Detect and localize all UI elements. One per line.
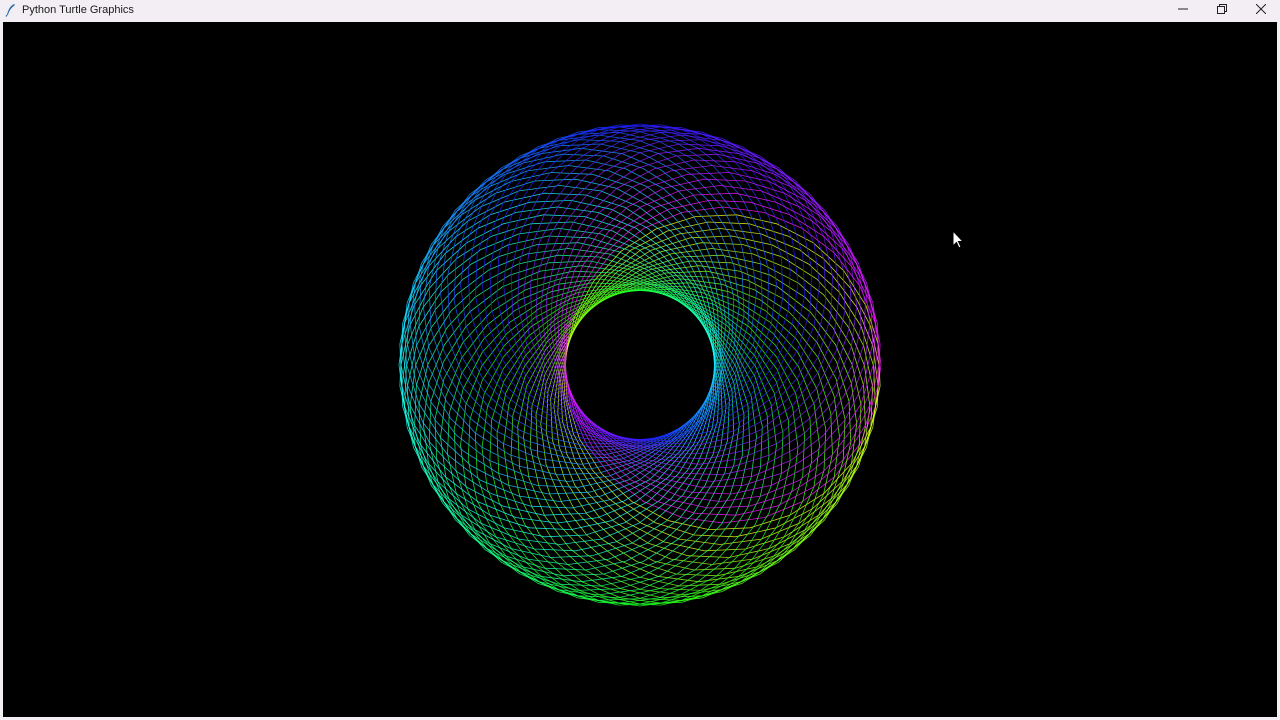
spiro-polygon (563, 192, 880, 509)
spiro-polygon (400, 192, 717, 509)
close-icon (1255, 1, 1266, 19)
minimize-button[interactable] (1163, 0, 1202, 20)
feather-icon (3, 2, 19, 18)
spiro-polygon (467, 125, 784, 442)
spirograph-drawing (398, 123, 882, 607)
spiro-polygon (440, 278, 757, 596)
spiro-polygon (440, 134, 757, 452)
spiro-polygon (496, 125, 813, 442)
window-controls (1163, 0, 1280, 20)
spiro-polygon (523, 278, 840, 596)
spiro-polygon (409, 165, 727, 482)
restore-icon (1216, 1, 1227, 19)
spiro-polygon (496, 288, 813, 605)
spiro-polygon (467, 288, 784, 605)
window-title: Python Turtle Graphics (22, 4, 134, 16)
spiro-polygon (409, 248, 727, 565)
spiro-polygon (553, 248, 871, 565)
spiro-polygon (553, 165, 871, 482)
turtle-window: Python Turtle Graphics (0, 0, 1280, 720)
spiro-polygon (563, 221, 880, 538)
minimize-icon (1177, 1, 1188, 19)
spiro-polygon (523, 134, 840, 452)
close-button[interactable] (1241, 0, 1280, 20)
restore-button[interactable] (1202, 0, 1241, 20)
spiro-polygon (400, 221, 717, 538)
title-bar[interactable]: Python Turtle Graphics (0, 0, 1280, 20)
turtle-canvas[interactable] (3, 22, 1277, 717)
